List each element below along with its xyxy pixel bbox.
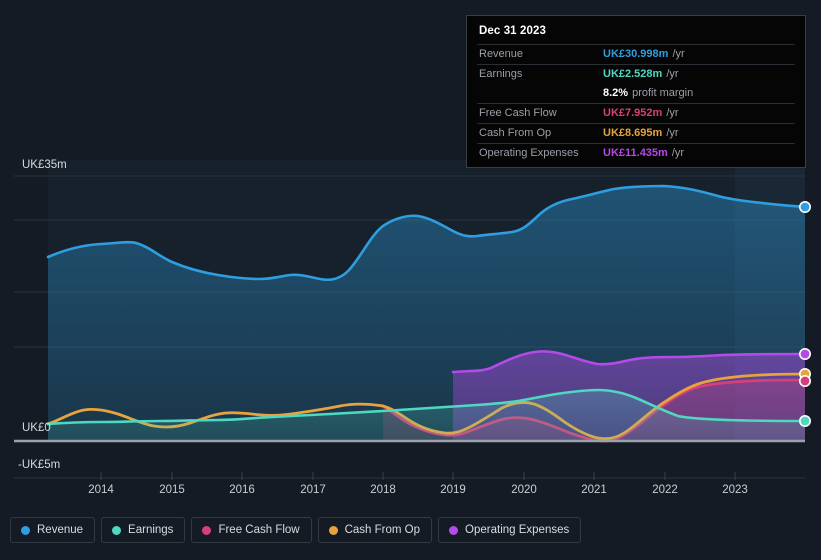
x-tick-2016: 2016 <box>229 484 255 496</box>
legend-dot-free-cash-flow-icon <box>202 525 212 535</box>
tooltip-unit-earnings: /yr <box>666 68 679 80</box>
legend-item-cash-from-op[interactable]: Cash From Op <box>317 517 433 543</box>
tooltip-value-profit-margin: 8.2% <box>603 87 629 99</box>
legend-dot-cash-from-op-icon <box>328 525 338 535</box>
tooltip-row-operating-expenses: Operating Expenses UK£11.435m /yr <box>477 143 795 163</box>
tooltip-value-revenue: UK£30.998m <box>603 48 669 60</box>
data-tooltip: Dec 31 2023 Revenue UK£30.998m /yr Earni… <box>466 15 806 168</box>
legend-label-earnings: Earnings <box>128 524 174 536</box>
y-axis-label-top: UK£35m <box>22 159 67 171</box>
tooltip-unit-cash-from-op: /yr <box>666 127 679 139</box>
tooltip-row-earnings: Earnings UK£2.528m /yr <box>477 64 795 84</box>
legend-dot-earnings-icon <box>112 525 122 535</box>
legend-label-cash-from-op: Cash From Op <box>344 524 421 536</box>
legend-item-free-cash-flow[interactable]: Free Cash Flow <box>191 517 312 543</box>
tooltip-row-profit-margin: 8.2% profit margin <box>477 84 795 103</box>
x-axis-ticks <box>100 472 736 480</box>
y-axis-label-bottom: -UK£5m <box>18 459 61 471</box>
tooltip-label-earnings: Earnings <box>479 68 523 80</box>
legend-dot-operating-expenses-icon <box>449 525 459 535</box>
tooltip-value-free-cash-flow: UK£7.952m <box>603 107 663 119</box>
x-tick-2019: 2019 <box>440 484 466 496</box>
tooltip-value-cash-from-op: UK£8.695m <box>603 127 663 139</box>
x-tick-2017: 2017 <box>300 484 326 496</box>
x-tick-2023: 2023 <box>722 484 748 496</box>
legend-label-revenue: Revenue <box>37 524 84 536</box>
tooltip-row-revenue: Revenue UK£30.998m /yr <box>477 44 795 64</box>
legend-item-revenue[interactable]: Revenue <box>10 517 96 543</box>
tooltip-row-cash-from-op: Cash From Op UK£8.695m /yr <box>477 123 795 143</box>
legend-label-free-cash-flow: Free Cash Flow <box>218 524 300 536</box>
x-tick-2015: 2015 <box>159 484 185 496</box>
y-axis-label-zero: UK£0 <box>22 422 51 434</box>
x-tick-2018: 2018 <box>370 484 396 496</box>
tooltip-unit-operating-expenses: /yr <box>671 147 685 159</box>
tooltip-label-free-cash-flow: Free Cash Flow <box>479 107 557 119</box>
x-tick-2022: 2022 <box>652 484 678 496</box>
x-tick-2014: 2014 <box>88 484 114 496</box>
tooltip-label-revenue: Revenue <box>479 48 524 60</box>
x-tick-2021: 2021 <box>581 484 607 496</box>
tooltip-value-operating-expenses: UK£11.435m <box>603 147 668 159</box>
x-tick-2020: 2020 <box>511 484 537 496</box>
tooltip-row-free-cash-flow: Free Cash Flow UK£7.952m /yr <box>477 103 795 123</box>
tooltip-unit-revenue: /yr <box>672 48 685 60</box>
legend-item-earnings[interactable]: Earnings <box>101 517 186 543</box>
chart-legend: Revenue Earnings Free Cash Flow Cash Fro… <box>10 517 582 543</box>
tooltip-unit-free-cash-flow: /yr <box>666 107 679 119</box>
tooltip-date: Dec 31 2023 <box>479 25 546 37</box>
financial-chart: UK£35m UK£0 -UK£5m 2014 2015 2016 2017 2… <box>0 0 821 560</box>
legend-label-operating-expenses: Operating Expenses <box>465 524 570 536</box>
tooltip-value-earnings: UK£2.528m <box>603 68 663 80</box>
tooltip-label-operating-expenses: Operating Expenses <box>479 147 579 159</box>
tooltip-label-cash-from-op: Cash From Op <box>479 127 552 139</box>
legend-dot-revenue-icon <box>21 525 30 535</box>
tooltip-unit-profit-margin: profit margin <box>632 87 694 99</box>
legend-item-operating-expenses[interactable]: Operating Expenses <box>438 517 582 543</box>
